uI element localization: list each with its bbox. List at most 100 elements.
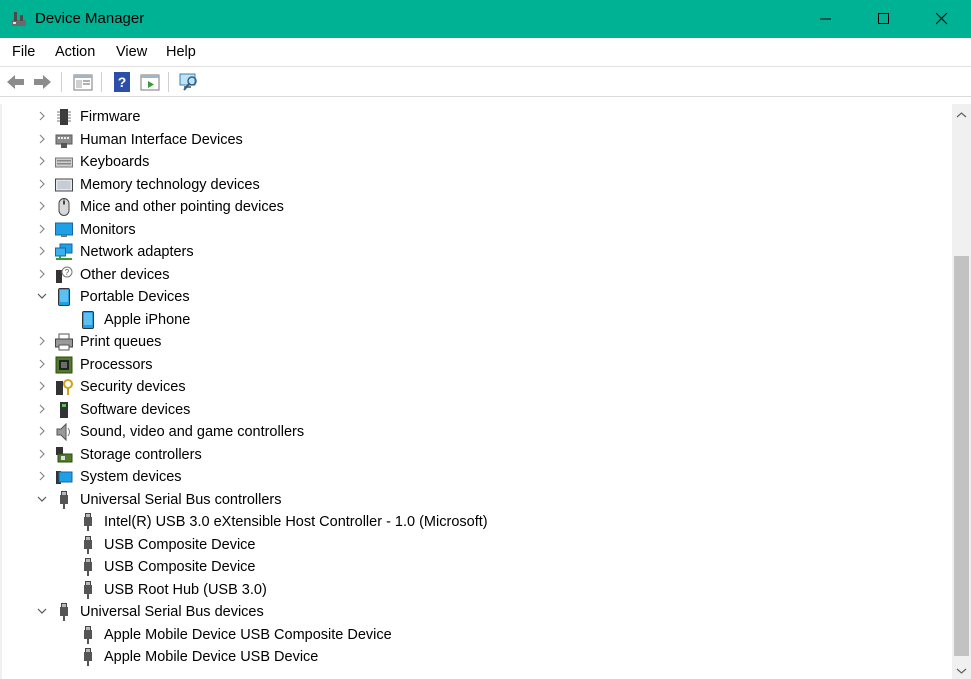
speaker-icon [56, 423, 70, 441]
tree-node-apple-mobile-usb-device[interactable]: Apple Mobile Device USB Device [2, 646, 942, 668]
tree-node-label: Firmware [80, 109, 141, 125]
usb-icon [84, 580, 92, 599]
tree-node-keyboards[interactable]: Keyboards [2, 151, 942, 173]
close-button[interactable] [913, 0, 971, 38]
tree-node-label: Processors [80, 356, 153, 373]
hid-icon [55, 134, 73, 148]
tree-node-memory-technology-devices[interactable]: Memory technology devices [2, 174, 942, 196]
vertical-scrollbar[interactable] [952, 104, 971, 679]
tree-node-intel-usb-host-controller[interactable]: Intel(R) USB 3.0 eXtensible Host Control… [2, 511, 942, 533]
menu-help[interactable]: Help [166, 44, 196, 60]
tree-node-label: USB Composite Device [104, 559, 256, 575]
tree-node-mice[interactable]: Mice and other pointing devices [2, 196, 942, 218]
tree-node-usb-root-hub[interactable]: USB Root Hub (USB 3.0) [2, 579, 942, 601]
maximize-icon [878, 13, 889, 24]
chevron-down-icon[interactable] [36, 290, 48, 302]
tree-node-security-devices[interactable]: Security devices [2, 376, 942, 398]
mouse-icon [58, 198, 70, 216]
chevron-down-icon[interactable] [36, 605, 48, 617]
tree-node-label: Software devices [80, 401, 191, 418]
tree-node-usb-composite-device[interactable]: USB Composite Device [2, 534, 942, 556]
tree-node-label: Portable Devices [80, 289, 190, 305]
tree-node-usb-controllers[interactable]: Universal Serial Bus controllers [2, 489, 942, 511]
device-tree[interactable]: Firmware Human Interface Devices Keyboar… [0, 104, 952, 679]
chevron-right-icon[interactable] [36, 245, 48, 257]
tree-node-label: Universal Serial Bus devices [80, 604, 264, 620]
usb-icon [84, 625, 92, 644]
chevron-right-icon[interactable] [36, 200, 48, 212]
chevron-right-icon[interactable] [36, 425, 48, 437]
scrollbar-thumb[interactable] [954, 256, 969, 656]
usb-icon [60, 490, 68, 509]
chevron-right-icon[interactable] [36, 403, 48, 415]
title-bar[interactable]: Device Manager [0, 0, 971, 38]
scroll-up-icon[interactable] [956, 110, 967, 121]
tree-node-label: Storage controllers [80, 446, 202, 463]
security-icon [56, 379, 73, 395]
storage-icon [56, 446, 73, 462]
tree-node-label: Sound, video and game controllers [80, 424, 305, 440]
tree-node-sound-video-game-controllers[interactable]: Sound, video and game controllers [2, 421, 942, 443]
usb-icon [84, 558, 92, 576]
tree-node-network-adapters[interactable]: Network adapters [2, 241, 942, 263]
chevron-right-icon[interactable] [36, 448, 48, 460]
tree-node-software-devices[interactable]: Software devices [2, 399, 942, 421]
tree-node-apple-mobile-usb-composite[interactable]: Apple Mobile Device USB Composite Device [2, 624, 942, 646]
tree-node-label: USB Root Hub (USB 3.0) [104, 581, 267, 598]
back-icon[interactable] [5, 71, 27, 93]
menu-action[interactable]: Action [55, 44, 95, 60]
chevron-right-icon[interactable] [36, 268, 48, 280]
tree-node-label: Network adapters [80, 244, 194, 260]
tree-node-apple-iphone[interactable]: Apple iPhone [2, 309, 942, 331]
tree-node-system-devices[interactable]: System devices [2, 466, 942, 488]
chevron-right-icon[interactable] [36, 110, 48, 122]
tree-node-human-interface-devices[interactable]: Human Interface Devices [2, 129, 942, 151]
tree-node-usb-composite-device[interactable]: USB Composite Device [2, 556, 942, 578]
chevron-right-icon[interactable] [36, 358, 48, 370]
tree-node-label: Monitors [80, 221, 136, 238]
processor-icon [55, 356, 73, 373]
minimize-button[interactable] [797, 0, 855, 38]
chevron-right-icon[interactable] [36, 133, 48, 145]
tree-node-label: Apple iPhone [104, 311, 191, 328]
software-device-icon [60, 401, 68, 418]
forward-icon[interactable] [31, 71, 53, 93]
menu-view[interactable]: View [116, 44, 147, 60]
tree-node-label: Mice and other pointing devices [80, 199, 284, 215]
tree-node-label: Intel(R) USB 3.0 eXtensible Host Control… [104, 514, 488, 530]
chevron-right-icon[interactable] [36, 155, 48, 167]
toolbar: ? [0, 67, 971, 97]
portable-device-icon [58, 288, 70, 306]
chevron-right-icon[interactable] [36, 223, 48, 235]
menu-bar: File Action View Help [0, 38, 971, 67]
tree-node-label: System devices [80, 469, 182, 485]
help-icon[interactable]: ? [111, 71, 133, 93]
menu-file[interactable]: File [12, 44, 35, 60]
tree-node-portable-devices[interactable]: Portable Devices [2, 286, 942, 308]
tree-node-usb-devices[interactable]: Universal Serial Bus devices [2, 601, 942, 623]
chevron-right-icon[interactable] [36, 178, 48, 190]
tree-node-monitors[interactable]: Monitors [2, 219, 942, 241]
tree-node-print-queues[interactable]: Print queues [2, 331, 942, 353]
scroll-down-icon[interactable] [956, 665, 967, 676]
tree-node-label: USB Composite Device [104, 536, 256, 553]
chevron-right-icon[interactable] [36, 380, 48, 392]
usb-icon [84, 535, 92, 554]
printer-icon [55, 333, 73, 351]
tree-node-other-devices[interactable]: ? Other devices [2, 264, 942, 286]
tree-node-storage-controllers[interactable]: Storage controllers [2, 444, 942, 466]
scan-hardware-icon[interactable] [178, 71, 200, 93]
chevron-down-icon[interactable] [36, 493, 48, 505]
tree-node-processors[interactable]: Processors [2, 354, 942, 376]
svg-text:?: ? [65, 268, 70, 277]
firmware-icon [57, 109, 71, 125]
maximize-button[interactable] [855, 0, 913, 38]
properties-icon[interactable] [72, 71, 94, 93]
memory-icon [55, 178, 73, 191]
update-driver-icon[interactable] [139, 71, 161, 93]
tree-node-firmware[interactable]: Firmware [2, 106, 942, 128]
usb-icon [84, 648, 92, 666]
chevron-right-icon[interactable] [36, 470, 48, 482]
chevron-right-icon[interactable] [36, 335, 48, 347]
tree-node-label: Apple Mobile Device USB Device [104, 649, 319, 665]
